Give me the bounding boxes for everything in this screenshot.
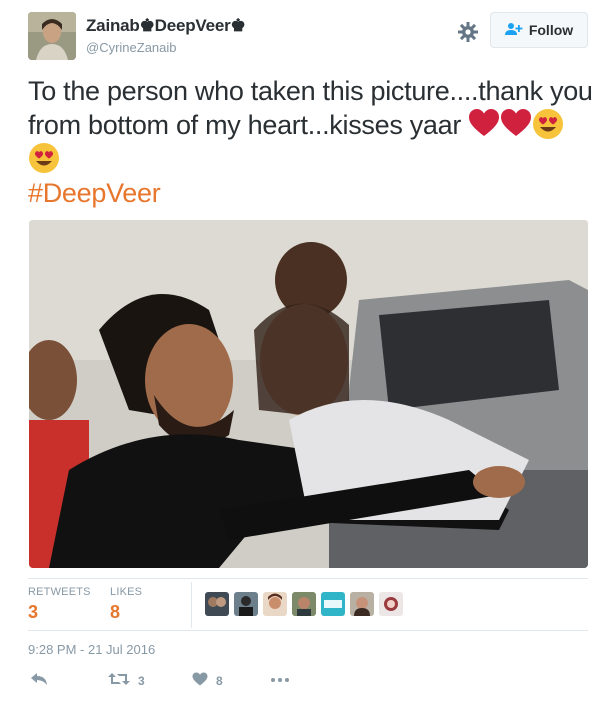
reply-icon	[30, 672, 48, 689]
avatar[interactable]	[321, 592, 345, 616]
retweet-count: 3	[138, 673, 145, 688]
red-heart-emoji-icon	[500, 108, 532, 138]
author-handle[interactable]: @CyrineZanaib	[86, 40, 246, 55]
tweet-actions: 3 8	[28, 672, 328, 692]
divider	[28, 630, 588, 631]
tweet-text: To the person who taken this picture....…	[28, 74, 593, 176]
retweets-count: 3	[28, 602, 39, 622]
liker-avatars	[205, 592, 403, 616]
author-names: Zainab♚DeepVeer♚ @CyrineZanaib	[86, 16, 246, 55]
gear-icon[interactable]	[456, 20, 480, 44]
follow-label: Follow	[528, 22, 574, 38]
likes-stat[interactable]: LIKES 8	[110, 586, 142, 623]
hashtag-link[interactable]: #DeepVeer	[28, 178, 161, 209]
avatar[interactable]	[292, 592, 316, 616]
retweet-icon	[108, 672, 130, 689]
tweet-stats: RETWEETS 3 LIKES 8	[28, 578, 588, 630]
like-icon	[192, 672, 208, 689]
retweet-button[interactable]: 3	[108, 672, 145, 689]
stats-divider	[191, 582, 192, 628]
retweets-label: RETWEETS	[28, 586, 91, 598]
tweet-text-line1: To the person who taken this picture....…	[28, 76, 593, 106]
avatar[interactable]	[28, 12, 76, 60]
retweets-stat[interactable]: RETWEETS 3	[28, 586, 91, 623]
like-button[interactable]: 8	[192, 672, 223, 689]
avatar[interactable]	[263, 592, 287, 616]
likes-count: 8	[110, 602, 121, 622]
red-heart-emoji-icon	[468, 108, 500, 138]
reply-button[interactable]	[30, 672, 48, 689]
like-count: 8	[216, 673, 223, 688]
follow-person-icon	[504, 22, 523, 39]
avatar[interactable]	[234, 592, 258, 616]
heart-eyes-emoji-icon	[532, 108, 564, 140]
avatar[interactable]	[350, 592, 374, 616]
avatar[interactable]	[379, 592, 403, 616]
follow-button[interactable]: Follow	[490, 12, 588, 48]
tweet-timestamp[interactable]: 9:28 PM - 21 Jul 2016	[28, 642, 155, 657]
tweet-header: Zainab♚DeepVeer♚ @CyrineZanaib Follow	[28, 12, 588, 60]
more-button[interactable]	[270, 672, 290, 686]
likes-label: LIKES	[110, 586, 143, 598]
tweet-text-line2: from bottom of my heart...kisses yaar	[28, 110, 462, 140]
more-icon	[270, 672, 290, 686]
heart-eyes-emoji-icon	[28, 142, 60, 174]
avatar[interactable]	[205, 592, 229, 616]
tweet-photo[interactable]	[29, 220, 588, 568]
author-display-name[interactable]: Zainab♚DeepVeer♚	[86, 16, 246, 36]
